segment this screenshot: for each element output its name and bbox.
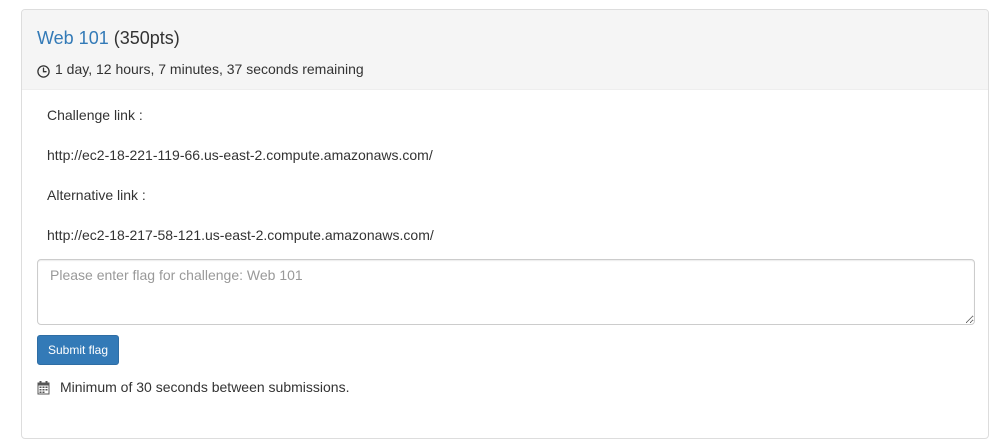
challenge-title: Web 101 (350pts)	[37, 27, 973, 49]
challenge-panel: Web 101 (350pts) 1 day, 12 hours, 7 minu…	[21, 9, 989, 439]
rate-limit-note: Minimum of 30 seconds between submission…	[37, 377, 973, 397]
challenge-name-link[interactable]: Web 101	[37, 28, 109, 48]
challenge-panel-body: Challenge link : http://ec2-18-221-119-6…	[22, 90, 988, 397]
alternative-link-url: http://ec2-18-217-58-121.us-east-2.compu…	[47, 227, 434, 243]
challenge-panel-heading: Web 101 (350pts) 1 day, 12 hours, 7 minu…	[22, 10, 988, 90]
rate-limit-text: Minimum of 30 seconds between submission…	[60, 379, 350, 395]
alternative-link-label: Alternative link :	[47, 187, 146, 203]
calendar-icon	[37, 380, 50, 395]
flag-input[interactable]	[37, 259, 975, 325]
time-remaining-row: 1 day, 12 hours, 7 minutes, 37 seconds r…	[37, 59, 973, 79]
challenge-points: (350pts)	[113, 28, 180, 48]
time-remaining-text: 1 day, 12 hours, 7 minutes, 37 seconds r…	[55, 61, 364, 77]
challenge-description: Challenge link : http://ec2-18-221-119-6…	[37, 105, 973, 245]
clock-icon	[37, 63, 50, 78]
challenge-link-label: Challenge link :	[47, 107, 143, 123]
challenge-link-url: http://ec2-18-221-119-66.us-east-2.compu…	[47, 147, 433, 163]
submit-flag-button[interactable]: Submit flag	[37, 335, 120, 365]
